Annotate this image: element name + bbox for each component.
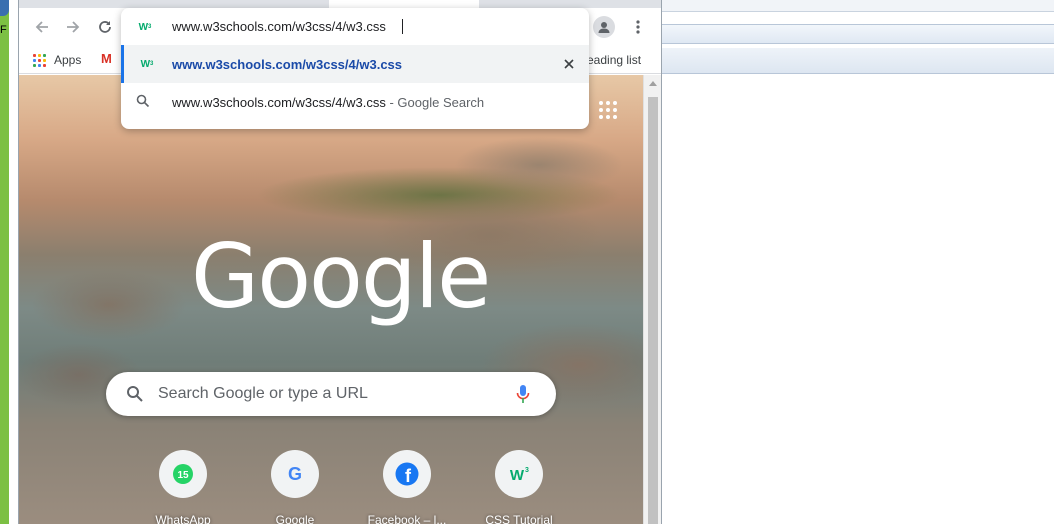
google-apps-icon[interactable] [599,101,617,119]
svg-text:15: 15 [177,470,189,481]
svg-text:G: G [288,464,302,484]
facebook-icon: f [383,450,431,498]
google-logo: Google [191,225,491,328]
background-window-titlebar [662,0,1054,12]
search-icon [136,94,150,113]
svg-text:f: f [405,466,412,486]
omnibox-suggestion-search[interactable]: www.w3schools.com/w3css/4/w3.css - Googl… [121,83,589,121]
suggestion-query: www.w3schools.com/w3css/4/w3.css [172,95,386,110]
shortcut-label: CSS Tutorial [485,513,553,524]
profile-avatar-button[interactable] [593,16,615,38]
active-tab[interactable] [329,0,479,8]
whatsapp-icon: 15 [159,450,207,498]
background-window-toolbar-2 [662,48,1054,74]
reading-list-button[interactable]: eading list [587,53,641,67]
page-scrollbar[interactable] [643,75,661,524]
apps-grid-icon [33,53,46,67]
reload-button[interactable] [94,16,116,38]
back-arrow-icon [35,21,48,33]
google-icon: G [271,450,319,498]
chrome-menu-button[interactable] [627,16,649,38]
remove-suggestion-button[interactable] [560,55,578,73]
ntp-search-box[interactable]: Search Google or type a URL [106,372,556,416]
omnibox-dropdown: W3 www.w3schools.com/w3css/4/w3.css W3 w… [121,8,589,129]
reload-icon [99,21,111,33]
svg-text:3: 3 [525,467,529,474]
background-window-letter: F [0,24,7,36]
shortcut-label: Facebook – l... [367,513,447,524]
tab-strip [19,0,661,8]
omnibox-suggestion-url[interactable]: W3 www.w3schools.com/w3css/4/w3.css [121,45,589,83]
address-bar-text[interactable]: www.w3schools.com/w3css/4/w3.css [172,19,386,34]
w3schools-icon: W3 [495,450,543,498]
forward-button[interactable] [62,16,84,38]
forward-arrow-icon [67,21,80,33]
suggestion-text: www.w3schools.com/w3css/4/w3.css [172,57,403,72]
svg-text:W: W [510,467,525,483]
bookmark-apps[interactable]: Apps [33,52,81,68]
scroll-up-arrow-icon[interactable] [649,81,657,86]
shortcut-whatsapp[interactable]: 15 WhatsApp [127,450,239,524]
taskbar-icon [0,0,9,16]
search-icon [127,386,143,402]
close-icon [564,59,574,69]
back-button[interactable] [31,16,53,38]
w3schools-icon: W3 [138,21,152,33]
text-caret [402,19,403,34]
shortcut-facebook[interactable]: f Facebook – l... [351,450,463,524]
shortcut-css-tutorial[interactable]: W3 CSS Tutorial [463,450,575,524]
profile-icon [598,22,610,33]
shortcut-label: WhatsApp [155,513,211,524]
shortcut-label: Google [275,513,315,524]
suggestion-text: www.w3schools.com/w3css/4/w3.css - Googl… [172,95,484,110]
kebab-menu-icon [636,20,640,34]
microphone-icon [516,385,530,403]
w3schools-icon: W3 [140,58,154,70]
shortcuts-row: 15 WhatsApp G Google f Facebook – l... W… [127,450,553,524]
shortcut-google[interactable]: G Google [239,450,351,524]
address-bar[interactable]: W3 www.w3schools.com/w3css/4/w3.css [121,8,589,44]
desktop-left-strip: F [0,0,9,524]
scrollbar-thumb[interactable] [648,97,658,524]
bookmark-apps-label: Apps [54,53,82,67]
background-window-toolbar [662,24,1054,44]
background-window [662,0,1054,524]
bookmark-gmail-icon[interactable]: M [101,51,112,66]
ntp-search-placeholder: Search Google or type a URL [158,385,368,402]
suggestion-description: - Google Search [389,95,485,110]
new-tab-page: Google Search Google or type a URL 15 Wh… [19,75,643,524]
